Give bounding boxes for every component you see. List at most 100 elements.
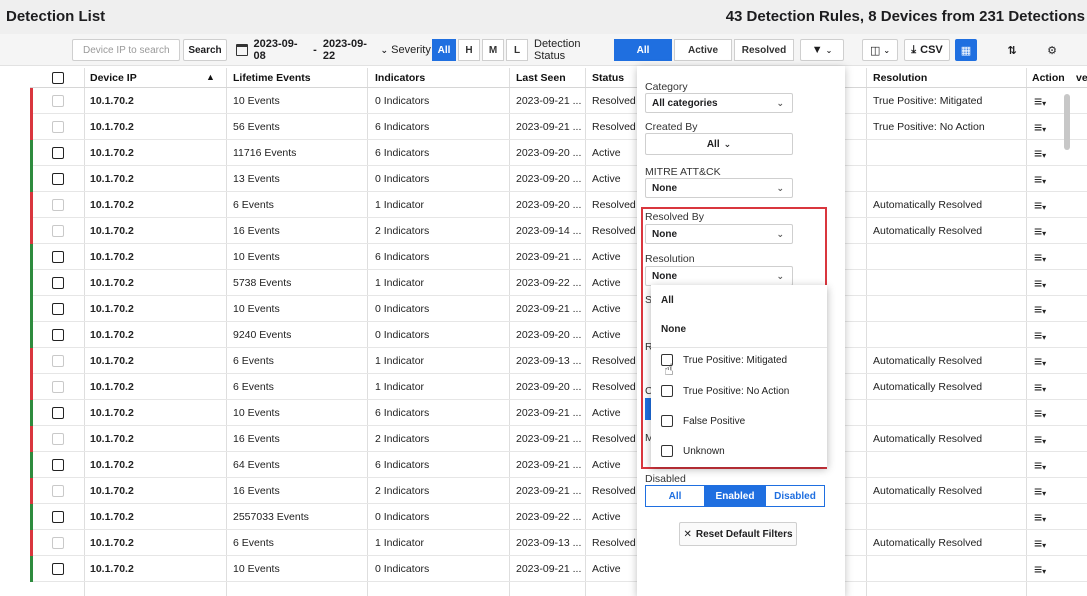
row-action-menu-icon[interactable]: ≡▾ <box>1034 249 1046 265</box>
row-checkbox[interactable] <box>52 173 64 185</box>
table-row[interactable]: 10.1.70.2 10 Events 0 Indicators 2023-09-21… <box>30 556 1087 582</box>
table-view-button[interactable]: ▦ <box>955 39 977 61</box>
collapse-button[interactable]: ⇅ <box>1000 39 1024 61</box>
table-row[interactable]: 10.1.70.2 5738 Events 1 Indicator 2023-09-2… <box>30 270 1087 296</box>
checkbox[interactable] <box>661 415 673 427</box>
table-row[interactable]: 10.1.70.2 16 Events 2 Indicators 2023-09-21… <box>30 478 1087 504</box>
resolved-by-select[interactable]: None ⌄ <box>645 224 793 244</box>
row-checkbox[interactable] <box>52 199 64 211</box>
row-checkbox[interactable] <box>52 407 64 419</box>
select-all-checkbox[interactable] <box>52 72 64 84</box>
status-resolved-button[interactable]: Resolved <box>734 39 794 61</box>
search-button[interactable]: Search <box>183 39 227 61</box>
column-header-device-ip[interactable]: Device IP <box>90 72 137 84</box>
row-checkbox[interactable] <box>52 225 64 237</box>
row-action-menu-icon[interactable]: ≡▾ <box>1034 405 1046 421</box>
row-checkbox[interactable] <box>52 329 64 341</box>
column-header-indicators[interactable]: Indicators <box>375 72 425 84</box>
row-checkbox[interactable] <box>52 147 64 159</box>
row-action-menu-icon[interactable]: ≡▾ <box>1034 275 1046 291</box>
row-checkbox[interactable] <box>52 251 64 263</box>
table-row[interactable]: 10.1.70.2 10 Events 6 Indicators 2023-09-21… <box>30 244 1087 270</box>
row-checkbox[interactable] <box>52 277 64 289</box>
row-action-menu-icon[interactable]: ≡▾ <box>1034 483 1046 499</box>
reset-filters-button[interactable]: ✕ Reset Default Filters <box>679 522 797 546</box>
row-checkbox[interactable] <box>52 303 64 315</box>
table-row[interactable]: 10.1.70.2 6 Events 1 Indicator 2023-09-13 .… <box>30 530 1087 556</box>
severity-all-button[interactable]: All <box>432 39 456 61</box>
row-checkbox[interactable] <box>52 511 64 523</box>
column-header-last-seen[interactable]: Last Seen <box>516 72 566 84</box>
filter-toggle-button[interactable]: ▼ ⌄ <box>800 39 844 61</box>
resolution-select[interactable]: None ⌄ <box>645 266 793 286</box>
row-checkbox[interactable] <box>52 95 64 107</box>
row-checkbox[interactable] <box>52 121 64 133</box>
row-action-menu-icon[interactable]: ≡▾ <box>1034 93 1046 109</box>
table-row[interactable]: 10.1.70.2 6 Events 1 Indicator 2023-09-20 .… <box>30 192 1087 218</box>
table-row[interactable]: 10.1.70.2 16 Events 2 Indicators 2023-09-14… <box>30 218 1087 244</box>
date-range-picker[interactable]: 2023-09-08 - 2023-09-22 ⌄ <box>236 38 388 62</box>
resolution-option-all[interactable]: All <box>661 295 674 306</box>
row-checkbox[interactable] <box>52 459 64 471</box>
table-row[interactable]: 10.1.70.2 16 Events 2 Indicators 2023-09-21… <box>30 426 1087 452</box>
row-action-menu-icon[interactable]: ≡▾ <box>1034 561 1046 577</box>
severity-medium-button[interactable]: M <box>482 39 504 61</box>
row-checkbox[interactable] <box>52 355 64 367</box>
row-action-menu-icon[interactable]: ≡▾ <box>1034 197 1046 213</box>
disabled-enabled-button[interactable]: Enabled <box>705 485 765 507</box>
csv-export-button[interactable]: ⤓ CSV <box>904 39 950 61</box>
row-action-menu-icon[interactable]: ≡▾ <box>1034 119 1046 135</box>
column-header-resolution[interactable]: Resolution <box>873 72 927 84</box>
checkbox[interactable] <box>661 445 673 457</box>
disabled-disabled-button[interactable]: Disabled <box>765 485 825 507</box>
row-checkbox[interactable] <box>52 485 64 497</box>
row-action-menu-icon[interactable]: ≡▾ <box>1034 379 1046 395</box>
row-checkbox[interactable] <box>52 381 64 393</box>
table-row[interactable]: 10.1.70.2 6 Events 1 Indicator 2023-09-20 .… <box>30 374 1087 400</box>
row-action-menu-icon[interactable]: ≡▾ <box>1034 353 1046 369</box>
row-action-menu-icon[interactable]: ≡▾ <box>1034 431 1046 447</box>
table-row[interactable]: 10.1.70.2 6 Events 1 Indicator 2023-09-13 .… <box>30 348 1087 374</box>
resolution-option-tp-mitigated[interactable]: True Positive: Mitigated <box>661 354 787 366</box>
table-row[interactable]: 10.1.70.2 10 Events 6 Indicators 2023-09-21… <box>30 400 1087 426</box>
table-row[interactable]: 10.1.70.2 2557033 Events 0 Indicators 2023-… <box>30 504 1087 530</box>
row-action-menu-icon[interactable]: ≡▾ <box>1034 457 1046 473</box>
columns-button[interactable]: ◫ ⌄ <box>862 39 898 61</box>
table-scrollbar[interactable] <box>1064 94 1070 150</box>
resolution-option-false-positive[interactable]: False Positive <box>661 415 745 427</box>
created-by-select[interactable]: All ⌄ <box>645 133 793 155</box>
device-ip-search-input[interactable]: Device IP to search <box>72 39 180 61</box>
table-row[interactable]: 10.1.70.2 56 Events 6 Indicators 2023-09-21… <box>30 114 1087 140</box>
table-row[interactable]: 10.1.70.2 10 Events 0 Indicators 2023-09-21… <box>30 296 1087 322</box>
table-row[interactable]: 10.1.70.2 9240 Events 0 Indicators 2023-09-… <box>30 322 1087 348</box>
resolution-option-tp-no-action[interactable]: True Positive: No Action <box>661 385 789 397</box>
severity-high-button[interactable]: H <box>458 39 480 61</box>
row-action-menu-icon[interactable]: ≡▾ <box>1034 301 1046 317</box>
row-action-menu-icon[interactable]: ≡▾ <box>1034 145 1046 161</box>
table-row[interactable]: 10.1.70.2 11716 Events 6 Indicators 2023-09… <box>30 140 1087 166</box>
column-header-status[interactable]: Status <box>592 72 624 84</box>
mitre-select[interactable]: None ⌄ <box>645 178 793 198</box>
row-action-menu-icon[interactable]: ≡▾ <box>1034 509 1046 525</box>
status-all-button[interactable]: All <box>614 39 672 61</box>
row-action-menu-icon[interactable]: ≡▾ <box>1034 535 1046 551</box>
table-row[interactable]: 10.1.70.2 64 Events 6 Indicators 2023-09-21… <box>30 452 1087 478</box>
resolution-option-unknown[interactable]: Unknown <box>661 445 725 457</box>
row-action-menu-icon[interactable]: ≡▾ <box>1034 327 1046 343</box>
table-row[interactable]: 10.1.70.2 10 Events 0 Indicators 2023-09-21… <box>30 88 1087 114</box>
resolution-option-none[interactable]: None <box>661 324 686 335</box>
disabled-all-button[interactable]: All <box>645 485 705 507</box>
category-select[interactable]: All categories ⌄ <box>645 93 793 113</box>
row-checkbox[interactable] <box>52 433 64 445</box>
column-header-lifetime-events[interactable]: Lifetime Events <box>233 72 311 84</box>
row-checkbox[interactable] <box>52 563 64 575</box>
checkbox[interactable] <box>661 385 673 397</box>
table-row[interactable]: 10.1.70.2 13 Events 0 Indicators 2023-09-20… <box>30 166 1087 192</box>
status-active-button[interactable]: Active <box>674 39 732 61</box>
settings-button[interactable]: ⚙ <box>1040 39 1064 61</box>
sort-ascending-icon[interactable]: ▲ <box>206 72 215 82</box>
row-checkbox[interactable] <box>52 537 64 549</box>
row-action-menu-icon[interactable]: ≡▾ <box>1034 171 1046 187</box>
row-action-menu-icon[interactable]: ≡▾ <box>1034 223 1046 239</box>
severity-low-button[interactable]: L <box>506 39 528 61</box>
